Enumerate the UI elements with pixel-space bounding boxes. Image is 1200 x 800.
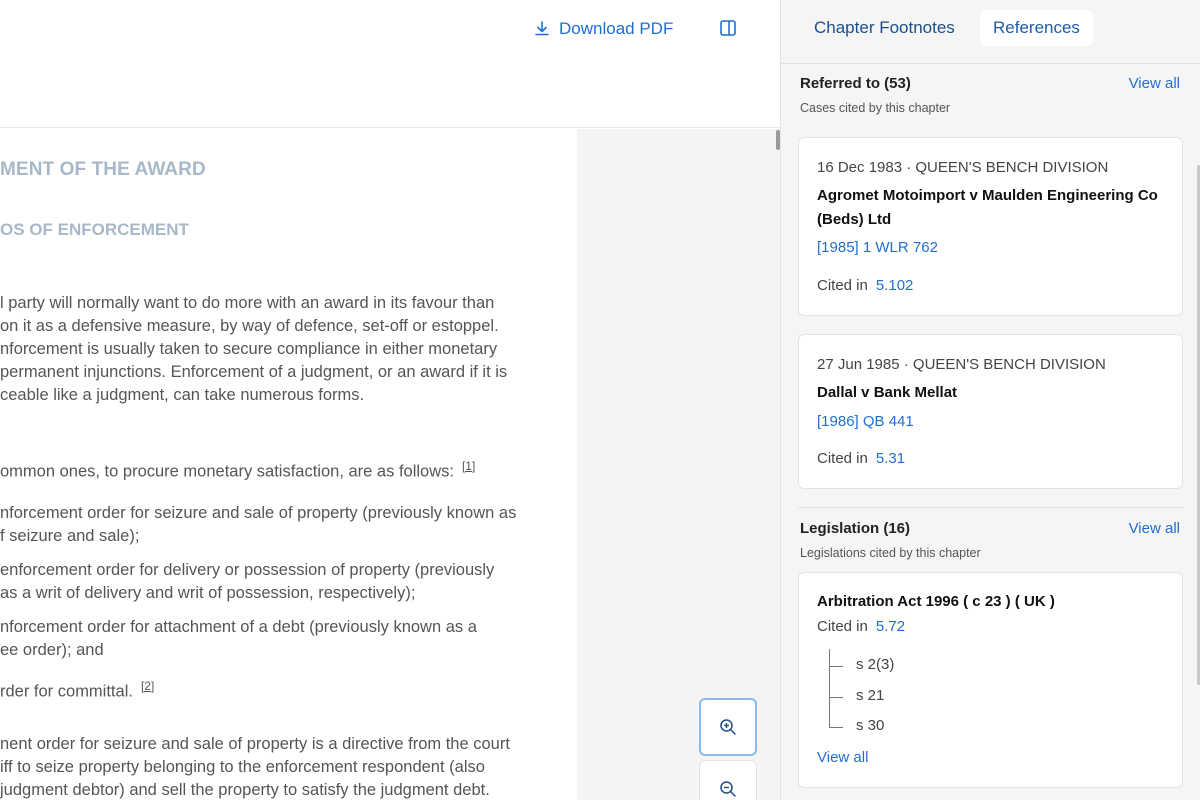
legislation-section-title: Legislation (16) — [800, 520, 911, 537]
subsection-heading: OS OF ENFORCEMENT — [0, 220, 189, 239]
list-item-line: rder for committal. — [0, 682, 133, 701]
paragraph-seizure: nent order for seizure and sale of prope… — [0, 733, 532, 800]
tree-branch — [829, 666, 843, 667]
case-card[interactable]: 16 Dec 1983 · QUEEN'S BENCH DIVISION Agr… — [798, 137, 1183, 316]
case-card[interactable]: 27 Jun 1985 · QUEEN'S BENCH DIVISION Dal… — [798, 334, 1183, 489]
case-date-court: 16 Dec 1983 · QUEEN'S BENCH DIVISION — [817, 159, 1109, 176]
document-area: Download PDF MENT OF THE AWARD OS OF ENF… — [0, 0, 780, 800]
case-title: Agromet Motoimport v Maulden Engineering… — [817, 187, 1158, 228]
tree-branch — [829, 697, 843, 698]
tab-references[interactable]: References — [980, 10, 1093, 46]
footnote-link[interactable]: [1] — [462, 459, 475, 473]
app-root: Download PDF MENT OF THE AWARD OS OF ENF… — [0, 0, 1200, 800]
cited-in-label: Cited in — [817, 450, 868, 467]
paragraph-intro: l party will normally want to do more wi… — [0, 292, 532, 407]
legislation-card[interactable]: Arbitration Act 1996 ( c 23 ) ( UK ) Cit… — [798, 572, 1183, 788]
paragraph-line: nent order for seizure and sale of prope… — [0, 735, 510, 753]
list-item: nforcement order for attachment of a deb… — [0, 616, 532, 662]
cited-in: Cited in 5.102 — [817, 277, 913, 294]
paragraph-text: ommon ones, to procure monetary satisfac… — [0, 462, 454, 481]
tree-branch — [829, 727, 843, 728]
tab-chapter-footnotes[interactable]: Chapter Footnotes — [801, 10, 968, 46]
paragraph-list-intro: ommon ones, to procure monetary satisfac… — [0, 455, 532, 484]
cited-in: Cited in 5.72 — [817, 618, 905, 635]
paragraph-line: judgment debtor) and sell the property t… — [0, 781, 490, 799]
zoom-out-button[interactable] — [699, 760, 757, 800]
legislation-section-item[interactable]: s 30 — [856, 717, 884, 734]
paragraph-line: permanent injunctions. Enforcement of a … — [0, 363, 508, 381]
footnote-link[interactable]: [2] — [141, 679, 154, 693]
list-item-line: nforcement order for seizure and sale of… — [0, 504, 517, 522]
paragraph-line: iff to seize property belonging to the e… — [0, 758, 485, 776]
sidebar-toggle-icon[interactable] — [718, 18, 738, 38]
legislation-view-all-sections-link[interactable]: View all — [817, 749, 868, 766]
list-item-line: nforcement order for attachment of a deb… — [0, 618, 477, 636]
legislation-section-item[interactable]: s 21 — [856, 687, 884, 704]
tree-connector — [829, 649, 830, 727]
paragraph-line: ceable like a judgment, can take numerou… — [0, 386, 365, 404]
sidebar-tabs: Chapter Footnotes References — [781, 0, 1200, 64]
referred-section-subtitle: Cases cited by this chapter — [800, 101, 951, 115]
document-toolbar: Download PDF — [0, 0, 780, 128]
list-item-line: enforcement order for delivery or posses… — [0, 561, 495, 579]
legislation-view-all-link[interactable]: View all — [1129, 520, 1180, 537]
case-citation-link[interactable]: [1986] QB 441 — [817, 413, 914, 430]
cited-in: Cited in 5.31 — [817, 450, 905, 467]
zoom-in-button[interactable] — [699, 698, 757, 756]
list-item: enforcement order for delivery or posses… — [0, 559, 532, 605]
legislation-section-subtitle: Legislations cited by this chapter — [800, 546, 981, 560]
paragraph-line: l party will normally want to do more wi… — [0, 294, 495, 312]
cited-in-label: Cited in — [817, 277, 868, 294]
references-sidebar: Chapter Footnotes References Referred to… — [780, 0, 1200, 800]
referred-view-all-link[interactable]: View all — [1129, 75, 1180, 92]
case-title: Dallal v Bank Mellat — [817, 384, 958, 401]
list-item-line: as a writ of delivery and writ of posses… — [0, 584, 416, 602]
document-viewport[interactable]: MENT OF THE AWARD OS OF ENFORCEMENT l pa… — [0, 129, 780, 800]
download-icon — [535, 21, 549, 36]
cited-in-link[interactable]: 5.102 — [876, 277, 914, 294]
list-item: rder for committal. [2] — [0, 675, 532, 704]
list-item: nforcement order for seizure and sale of… — [0, 502, 532, 548]
download-pdf-button[interactable]: Download PDF — [533, 16, 673, 42]
section-heading: MENT OF THE AWARD — [0, 159, 206, 180]
cited-in-link[interactable]: 5.72 — [876, 618, 905, 635]
list-item-line: f seizure and sale); — [0, 527, 140, 545]
legislation-section-item[interactable]: s 2(3) — [856, 656, 894, 673]
case-date-court: 27 Jun 1985 · QUEEN'S BENCH DIVISION — [817, 356, 1106, 373]
paragraph-line: on it as a defensive measure, by way of … — [0, 317, 499, 335]
paragraph-line: nforcement is usually taken to secure co… — [0, 340, 498, 358]
case-citation-link[interactable]: [1985] 1 WLR 762 — [817, 239, 938, 256]
cited-in-label: Cited in — [817, 618, 868, 635]
referred-section-title: Referred to (53) — [800, 75, 911, 92]
legislation-title: Arbitration Act 1996 ( c 23 ) ( UK ) — [817, 593, 1055, 610]
cited-in-link[interactable]: 5.31 — [876, 450, 905, 467]
download-pdf-label: Download PDF — [559, 19, 674, 38]
zoom-in-icon — [720, 719, 736, 735]
section-divider — [798, 507, 1183, 508]
document-page: MENT OF THE AWARD OS OF ENFORCEMENT l pa… — [0, 129, 577, 800]
list-item-line: ee order); and — [0, 641, 104, 659]
zoom-out-icon — [720, 781, 736, 797]
